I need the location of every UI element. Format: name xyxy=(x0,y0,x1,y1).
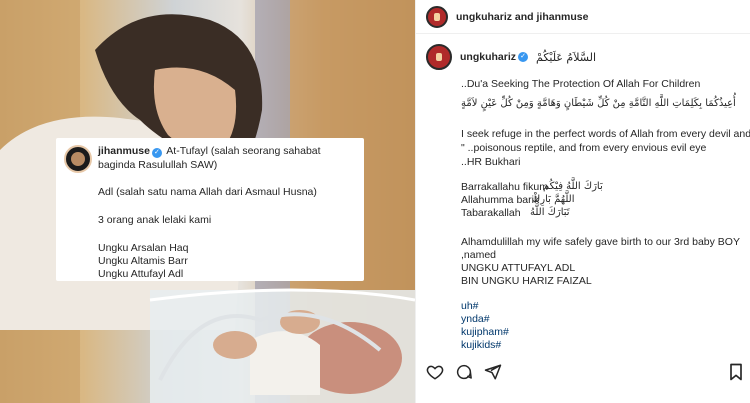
caption-dua-title: ..Du'a Seeking The Protection Of Allah F… xyxy=(461,78,701,90)
avatar xyxy=(64,145,92,173)
post-header: ungkuhariz and jihanmuse xyxy=(416,0,750,34)
overlay-comment-text: jihanmuse ✓ At-Tufayl (salah seorang saha… xyxy=(98,144,356,172)
overlay-comment-line: Ungku Arsalan Haq xyxy=(98,242,189,254)
post-actions xyxy=(424,360,511,384)
verified-badge-icon: ✓ xyxy=(518,52,529,62)
caption-baby-name: UNGKU ATTUFAYL ADL xyxy=(461,262,576,274)
caption-blessing-latin: Tabarakallah xyxy=(461,207,521,219)
hashtag-link[interactable]: kujipham# xyxy=(461,326,509,338)
share-button[interactable] xyxy=(482,361,504,383)
baby-clothes xyxy=(250,331,320,395)
heart-icon xyxy=(426,365,444,380)
post-photo: jihanmuse ✓ At-Tufayl (salah seorang saha… xyxy=(0,0,415,403)
overlay-comment-line: Ungku Altamis Barr xyxy=(98,255,188,267)
caption-username[interactable]: ungkuhariz xyxy=(460,51,516,63)
caption-announcement: Alhamdulillah my wife safely gave birth … xyxy=(461,236,740,248)
caption-blessing-latin: Barrakallahu fikum xyxy=(461,181,548,193)
post-panel: ungkuhariz and jihanmuse ungkuhariz ✓ ال… xyxy=(415,0,750,403)
person-hand-2 xyxy=(213,331,257,359)
post-header-accounts[interactable]: ungkuhariz and jihanmuse xyxy=(456,11,588,23)
hashtag-link[interactable]: kujikids# xyxy=(461,339,501,351)
avatar[interactable] xyxy=(426,5,448,28)
caption-blessing-latin: Allahumma barik xyxy=(461,194,540,206)
caption-english-line: " ..poisonous reptile, and from every en… xyxy=(461,142,707,154)
caption-announcement: ,named xyxy=(461,249,497,261)
caption-source: ..HR Bukhari xyxy=(461,156,521,168)
avatar[interactable] xyxy=(426,44,452,70)
caption-blessing-arabic: اللَّهُمَّ بَارِكْ xyxy=(532,194,575,205)
verified-badge-icon: ✓ xyxy=(151,148,162,158)
overlay-comment-line: Adl (salah satu nama Allah dari Asmaul H… xyxy=(98,186,317,198)
bookmark-icon xyxy=(730,363,742,381)
hashtag-link[interactable]: ynda# xyxy=(461,313,490,325)
comment-button[interactable] xyxy=(453,361,475,383)
caption-baby-name: BIN UNGKU HARIZ FAIZAL xyxy=(461,275,592,287)
overlay-comment-line: Ungku Attufayl Adl xyxy=(98,268,184,280)
caption-blessing-arabic: تَبَارَكَ اللَّهُ xyxy=(530,207,570,218)
overlay-comment-card: jihanmuse ✓ At-Tufayl (salah seorang saha… xyxy=(56,138,364,281)
hashtag-link[interactable]: uh# xyxy=(461,300,479,312)
overlay-comment-line: 3 orang anak lelaki kami xyxy=(98,214,212,226)
overlay-comment-username[interactable]: jihanmuse xyxy=(98,145,150,157)
comment-icon xyxy=(456,364,472,380)
like-button[interactable] xyxy=(424,361,446,383)
caption-english-line: I seek refuge in the perfect words of Al… xyxy=(461,128,750,140)
caption-arabic-dua: أُعِيذُكُمَا بِكَلِمَاتِ اللَّهِ التَّام… xyxy=(461,98,736,109)
caption: ungkuhariz ✓ السَّلاَمُ عَلَيْكُمْ xyxy=(426,44,746,70)
caption-salaam: السَّلاَمُ عَلَيْكُمْ xyxy=(536,50,597,64)
caption-blessing-arabic: بَارَكَ اللَّهُ فِيْكُم xyxy=(543,181,603,192)
send-icon xyxy=(484,364,502,380)
save-button[interactable] xyxy=(726,362,746,382)
